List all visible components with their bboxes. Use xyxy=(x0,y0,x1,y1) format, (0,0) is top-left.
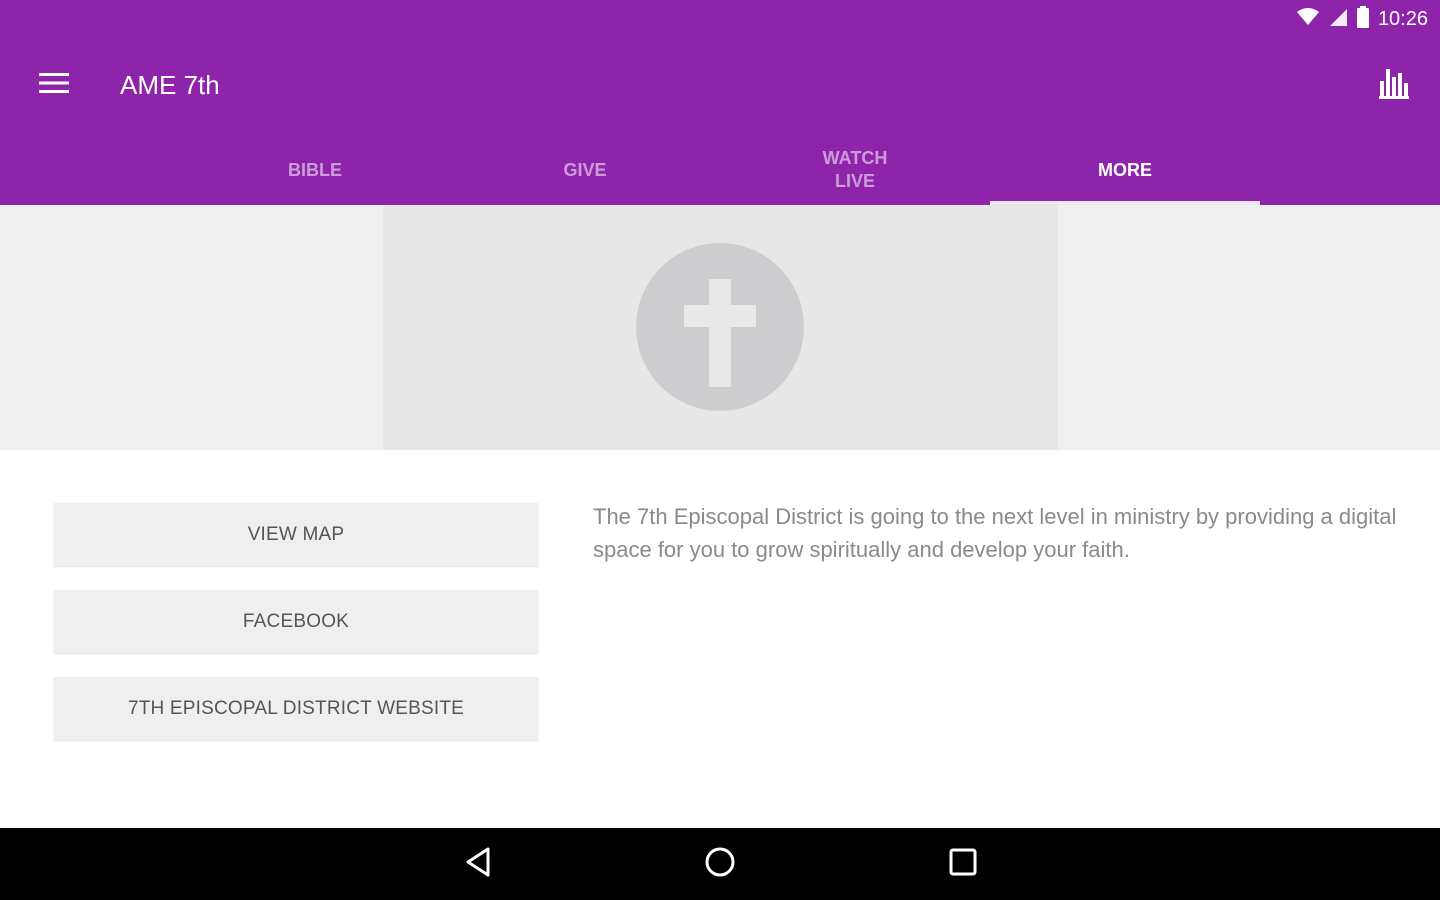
hero-banner xyxy=(0,205,1440,450)
status-time: 10:26 xyxy=(1377,8,1428,30)
tab-label: WATCH LIVE xyxy=(822,148,888,191)
view-map-button[interactable]: VIEW MAP xyxy=(54,503,538,566)
tab-more[interactable]: MORE xyxy=(990,135,1260,205)
battery-icon xyxy=(1356,6,1370,33)
tab-bar: BIBLE GIVE WATCH LIVE MORE xyxy=(180,135,1260,205)
cross-icon xyxy=(636,243,804,411)
tab-watch-live[interactable]: WATCH LIVE xyxy=(720,135,990,205)
app-title: AME 7th xyxy=(120,70,220,100)
hamburger-menu-icon xyxy=(39,72,69,99)
tab-give[interactable]: GIVE xyxy=(450,135,720,205)
stats-button[interactable] xyxy=(1370,64,1418,106)
recents-button[interactable] xyxy=(941,842,985,886)
hero-image xyxy=(383,205,1058,450)
website-button[interactable]: 7TH EPISCOPAL DISTRICT WEBSITE xyxy=(54,677,538,740)
tab-label: MORE xyxy=(1098,159,1152,180)
description-text: The 7th Episcopal District is going to t… xyxy=(593,504,1397,562)
wifi-icon xyxy=(1296,7,1320,32)
back-button[interactable] xyxy=(456,842,500,886)
home-icon xyxy=(704,846,736,883)
recents-icon xyxy=(949,848,977,881)
tab-label: BIBLE xyxy=(288,159,342,180)
back-icon xyxy=(464,847,492,882)
app-bar: 10:26 AME 7th BIBLE GIVE WATCH LIVE MORE xyxy=(0,0,1440,205)
facebook-button[interactable]: FACEBOOK xyxy=(54,590,538,653)
tab-bible[interactable]: BIBLE xyxy=(180,135,450,205)
status-icons: 10:26 xyxy=(1296,6,1428,33)
tab-label: GIVE xyxy=(563,159,607,180)
menu-button[interactable] xyxy=(30,66,78,104)
action-buttons: VIEW MAP FACEBOOK 7TH EPISCOPAL DISTRICT… xyxy=(54,503,538,764)
signal-icon xyxy=(1328,7,1348,32)
navigation-bar xyxy=(0,828,1440,900)
home-button[interactable] xyxy=(698,842,742,886)
bar-chart-icon xyxy=(1379,67,1409,104)
toolbar: AME 7th xyxy=(0,50,1440,120)
status-bar: 10:26 xyxy=(0,0,1440,40)
